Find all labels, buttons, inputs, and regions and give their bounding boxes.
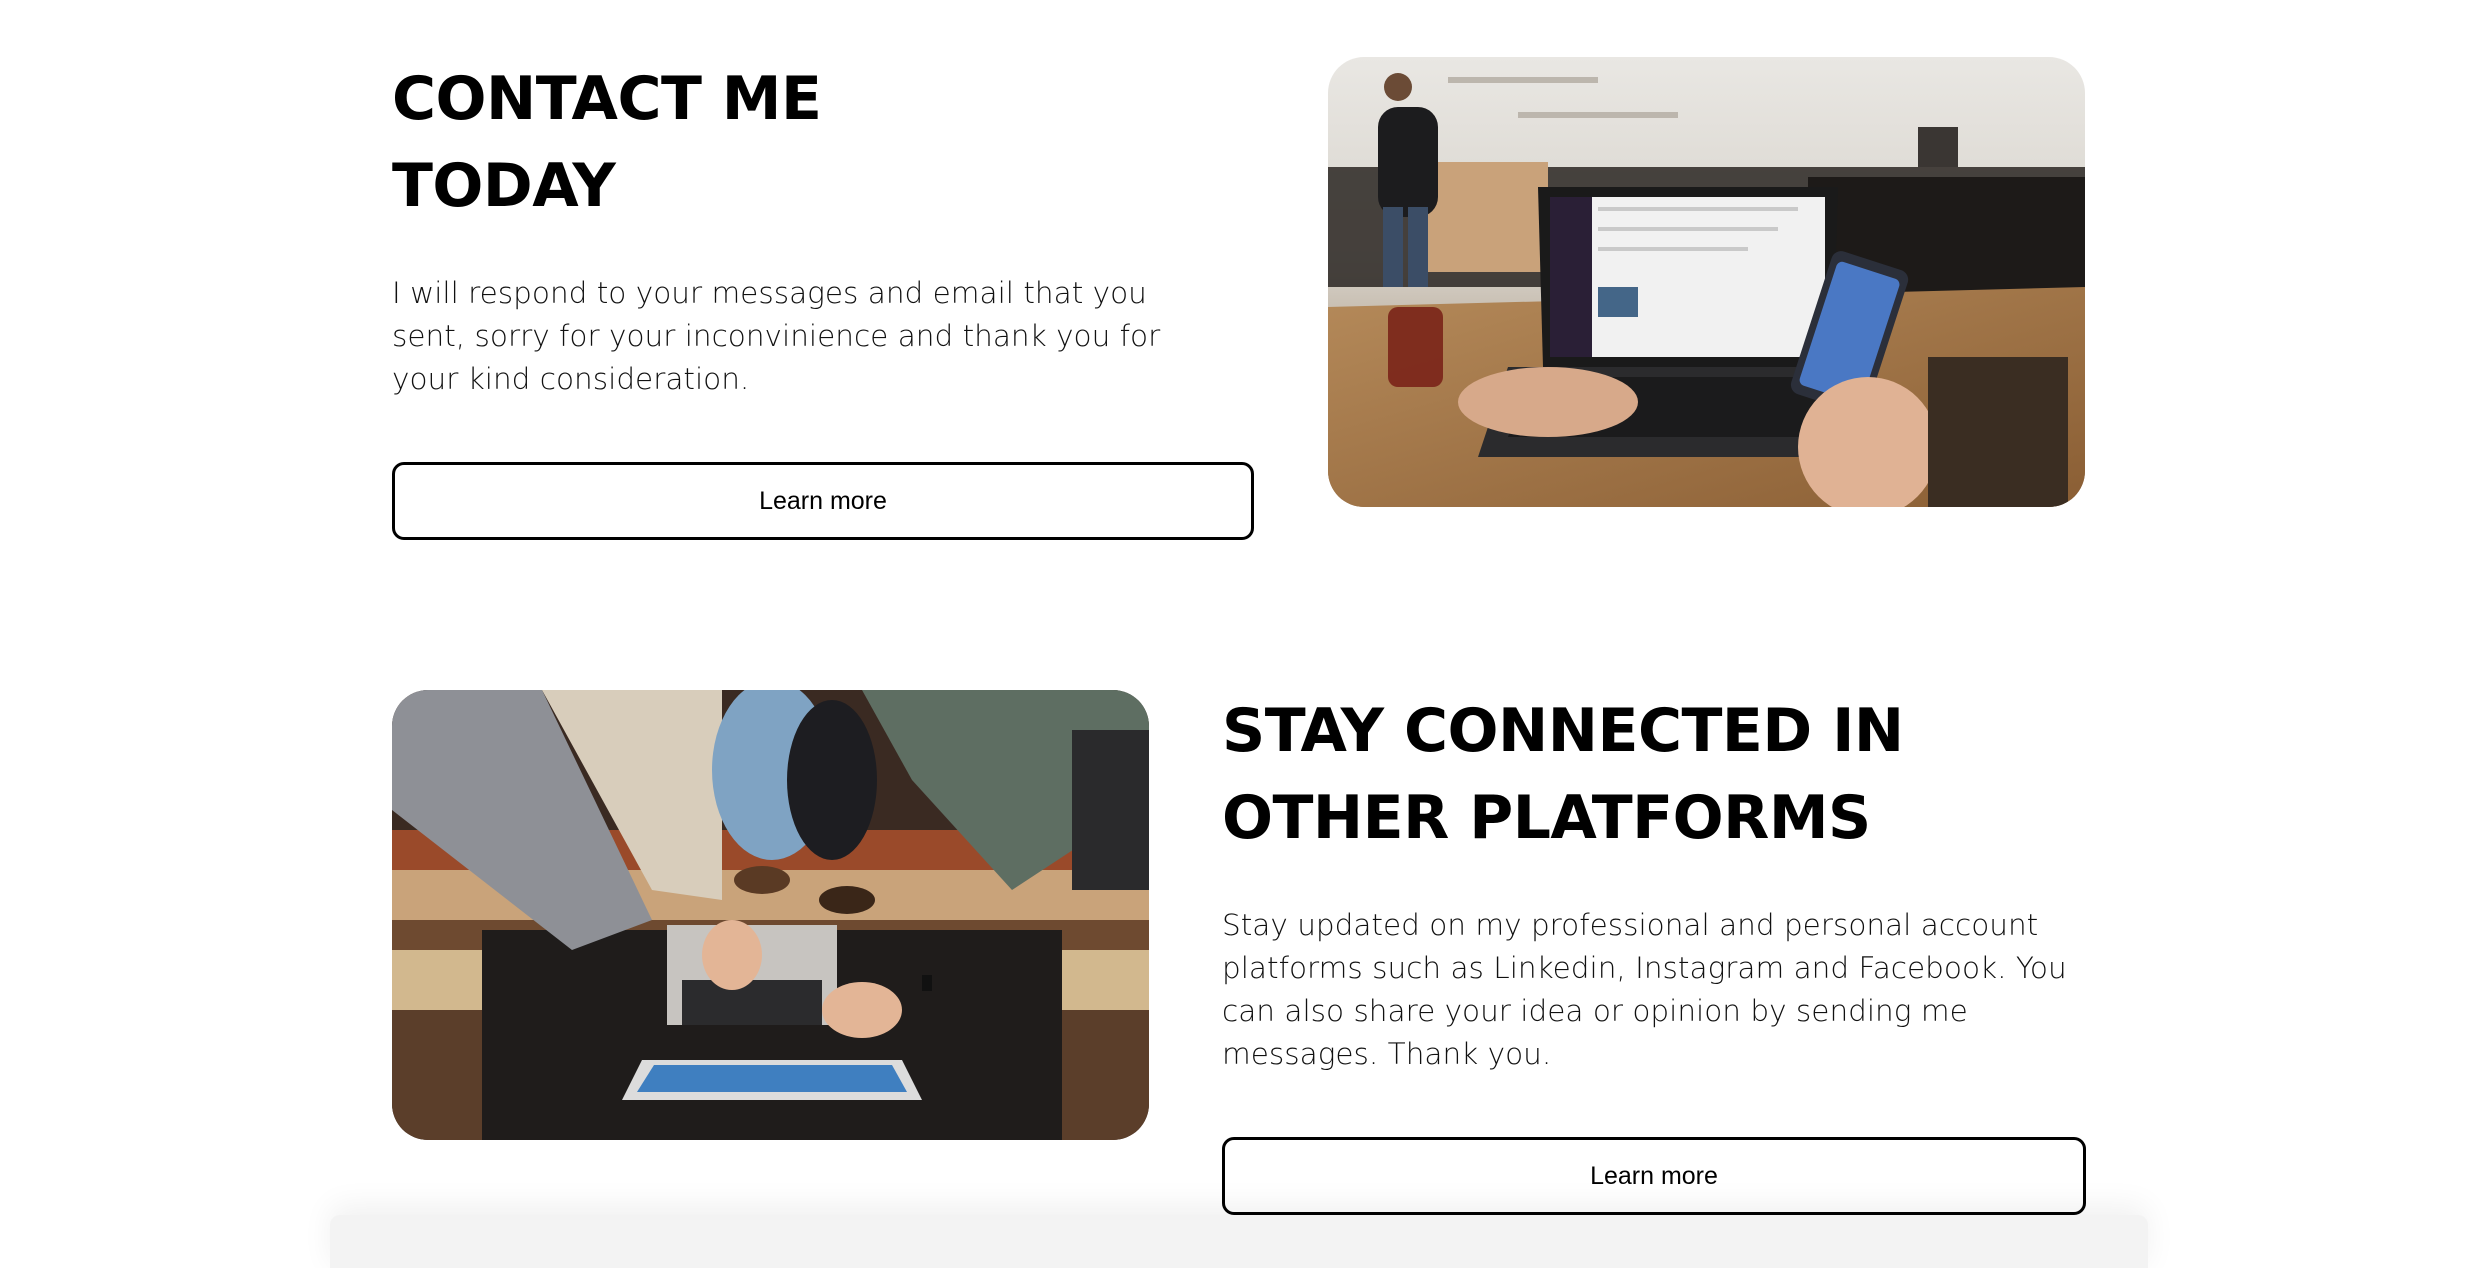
connected-heading-line2: OTHER PLATFORMS bbox=[1222, 783, 1871, 853]
footer-edge bbox=[330, 1215, 2148, 1268]
connected-heading-line1: STAY CONNECTED IN bbox=[1222, 696, 1904, 766]
contact-heading-line2: TODAY bbox=[392, 151, 616, 221]
contact-heading: CONTACT ME TODAY bbox=[392, 56, 1192, 230]
page: CONTACT ME TODAY I will respond to your … bbox=[0, 0, 2478, 1268]
cafe-laptop-photo bbox=[1328, 57, 2085, 507]
group-laptop-photo bbox=[392, 690, 1149, 1140]
connected-description: Stay updated on my professional and pers… bbox=[1222, 908, 2067, 1071]
cafe-laptop-photo-graphic bbox=[1328, 57, 2085, 507]
contact-learn-more-button[interactable]: Learn more bbox=[392, 462, 1254, 540]
connected-learn-more-button[interactable]: Learn more bbox=[1222, 1137, 2086, 1215]
contact-description: I will respond to your messages and emai… bbox=[392, 276, 1161, 396]
connected-heading: STAY CONNECTED IN OTHER PLATFORMS bbox=[1222, 688, 2122, 862]
group-laptop-photo-graphic bbox=[392, 690, 1149, 1140]
contact-heading-line1: CONTACT ME bbox=[392, 64, 822, 134]
